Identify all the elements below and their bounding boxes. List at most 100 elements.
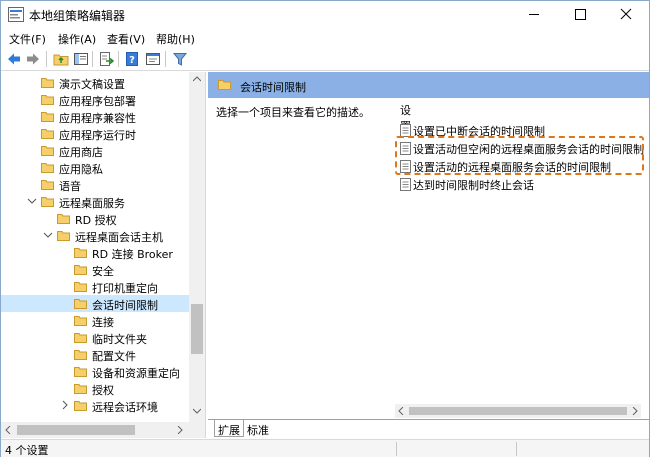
toolbar-separator [92,51,93,67]
folder-icon [41,146,54,156]
menu-file[interactable]: 文件(F) [9,31,46,47]
chevron-right-icon[interactable] [60,400,70,410]
tree-item-label: 打印机重定向 [92,282,158,295]
tree-item-label: 安全 [92,265,114,278]
export-list-icon [100,52,115,66]
maximize-button[interactable] [557,1,603,28]
tree-item-label: 会话时间限制 [92,299,158,312]
close-icon [620,8,632,20]
status-bar: 4 个设置 [1,439,649,457]
back-button[interactable] [5,50,23,68]
folder-icon [41,78,54,88]
tree-item[interactable]: 配置文件 [1,346,189,363]
toolbar-separator [118,51,119,67]
tree-item[interactable]: 应用程序兼容性 [1,108,189,125]
menu-help[interactable]: 帮助(H) [156,31,195,47]
folder-icon [74,333,87,343]
menu-action[interactable]: 操作(A) [58,31,96,47]
tree-item[interactable]: 连接 [1,312,189,329]
maximize-icon [575,9,586,20]
scroll-down-icon[interactable] [193,408,201,414]
tree-item[interactable]: 临时文件夹 [1,329,189,346]
tree-item[interactable]: 远程会话环境 [1,397,189,414]
highlight-annotation [395,136,644,175]
folder-icon [74,367,87,377]
scroll-left-icon[interactable] [398,407,404,415]
scroll-right-icon[interactable] [632,407,638,415]
tree-item-label: RD 授权 [75,214,117,227]
tree-item[interactable]: 演示文稿设置 [1,74,189,91]
properties-icon [146,53,160,65]
chevron-down-icon[interactable] [27,196,37,206]
details-header: 会话时间限制 [208,72,649,98]
tree-item[interactable]: 设备和资源重定向 [1,363,189,380]
filter-icon [172,53,188,66]
tree-item[interactable]: 远程桌面会话主机 [1,227,189,244]
back-arrow-icon [8,53,20,65]
details-pane: 会话时间限制 选择一个项目来查看它的描述。 设置 设置已中断会话的时间限制 设置… [208,72,649,438]
tree-vertical-scrollbar[interactable] [189,72,205,422]
tree-item[interactable]: RD 授权 [1,210,189,227]
tree-item-label: 配置文件 [92,350,136,363]
tree-pane: 演示文稿设置 应用程序包部署 应用程序兼容性 应用程序运行时 应用商店 应用隐私 语音 远程桌… [1,72,206,438]
menu-bar: 文件(F) 操作(A) 查看(V) 帮助(H) [1,28,649,47]
tree-item-label: 应用隐私 [59,163,103,176]
tree-item[interactable]: 应用程序运行时 [1,125,189,142]
forward-button[interactable] [24,50,42,68]
scrollbar-thumb[interactable] [17,425,135,435]
scroll-left-icon[interactable] [5,426,11,434]
tree-item[interactable]: RD 连接 Broker [1,244,189,261]
tree-item[interactable]: 安全 [1,261,189,278]
tree-item-label: RD 连接 Broker [92,248,173,261]
tab-standard[interactable]: 标准 [244,420,272,437]
scroll-right-icon[interactable] [177,426,183,434]
folder-icon [74,316,87,326]
tree-item[interactable]: 授权 [1,380,189,397]
folder-icon [74,350,87,360]
scrollbar-thumb[interactable] [191,304,203,354]
properties-button[interactable] [144,50,162,68]
folder-icon [74,401,87,411]
tree-item-label: 连接 [92,316,114,329]
filter-button[interactable] [171,50,189,68]
export-list-button[interactable] [97,50,115,68]
setting-label: 达到时间限制时终止会话 [413,179,534,192]
tree-item[interactable]: 语音 [1,176,189,193]
tree-item-label: 应用商店 [59,146,103,159]
group-policy-editor-window: 本地组策略编辑器 文件(F) 操作(A) 查看(V) 帮助(H) ? 演示文稿设… [0,0,650,457]
chevron-down-icon[interactable] [43,230,53,240]
scrollbar-thumb[interactable] [409,407,627,415]
help-button[interactable]: ? [123,50,141,68]
menu-view[interactable]: 查看(V) [107,31,145,47]
tree-item[interactable]: 会话时间限制 [1,295,189,312]
folder-icon [57,231,70,241]
minimize-button[interactable] [511,1,557,28]
scroll-up-icon[interactable] [193,76,201,82]
folder-icon [218,80,231,90]
tab-extended[interactable]: 扩展 [214,420,244,437]
tree-item-label: 演示文稿设置 [59,78,125,91]
tree-item-label: 设备和资源重定向 [92,367,180,380]
tree-item-label: 远程会话环境 [92,401,158,414]
details-horizontal-scrollbar[interactable] [395,404,641,418]
scroll-corner [189,422,205,438]
tree-item-label: 应用程序兼容性 [59,112,136,125]
tree-item[interactable]: 远程桌面服务 [1,193,189,210]
tree-item[interactable]: 应用程序包部署 [1,91,189,108]
tree-item-label: 授权 [92,384,114,397]
status-separator [516,442,517,456]
tree-item[interactable]: 应用商店 [1,142,189,159]
close-button[interactable] [603,1,649,28]
tree-item[interactable]: 打印机重定向 [1,278,189,295]
show-hide-tree-button[interactable] [72,50,90,68]
tree-item-label: 临时文件夹 [92,333,147,346]
up-folder-button[interactable] [52,50,70,68]
up-folder-icon [53,54,69,66]
folder-icon [74,265,87,275]
tree-horizontal-scrollbar[interactable] [1,422,189,438]
folder-icon [74,248,87,258]
folder-icon [74,384,87,394]
tree-item-label: 语音 [59,180,81,193]
folder-icon [41,112,54,122]
tree-item[interactable]: 应用隐私 [1,159,189,176]
